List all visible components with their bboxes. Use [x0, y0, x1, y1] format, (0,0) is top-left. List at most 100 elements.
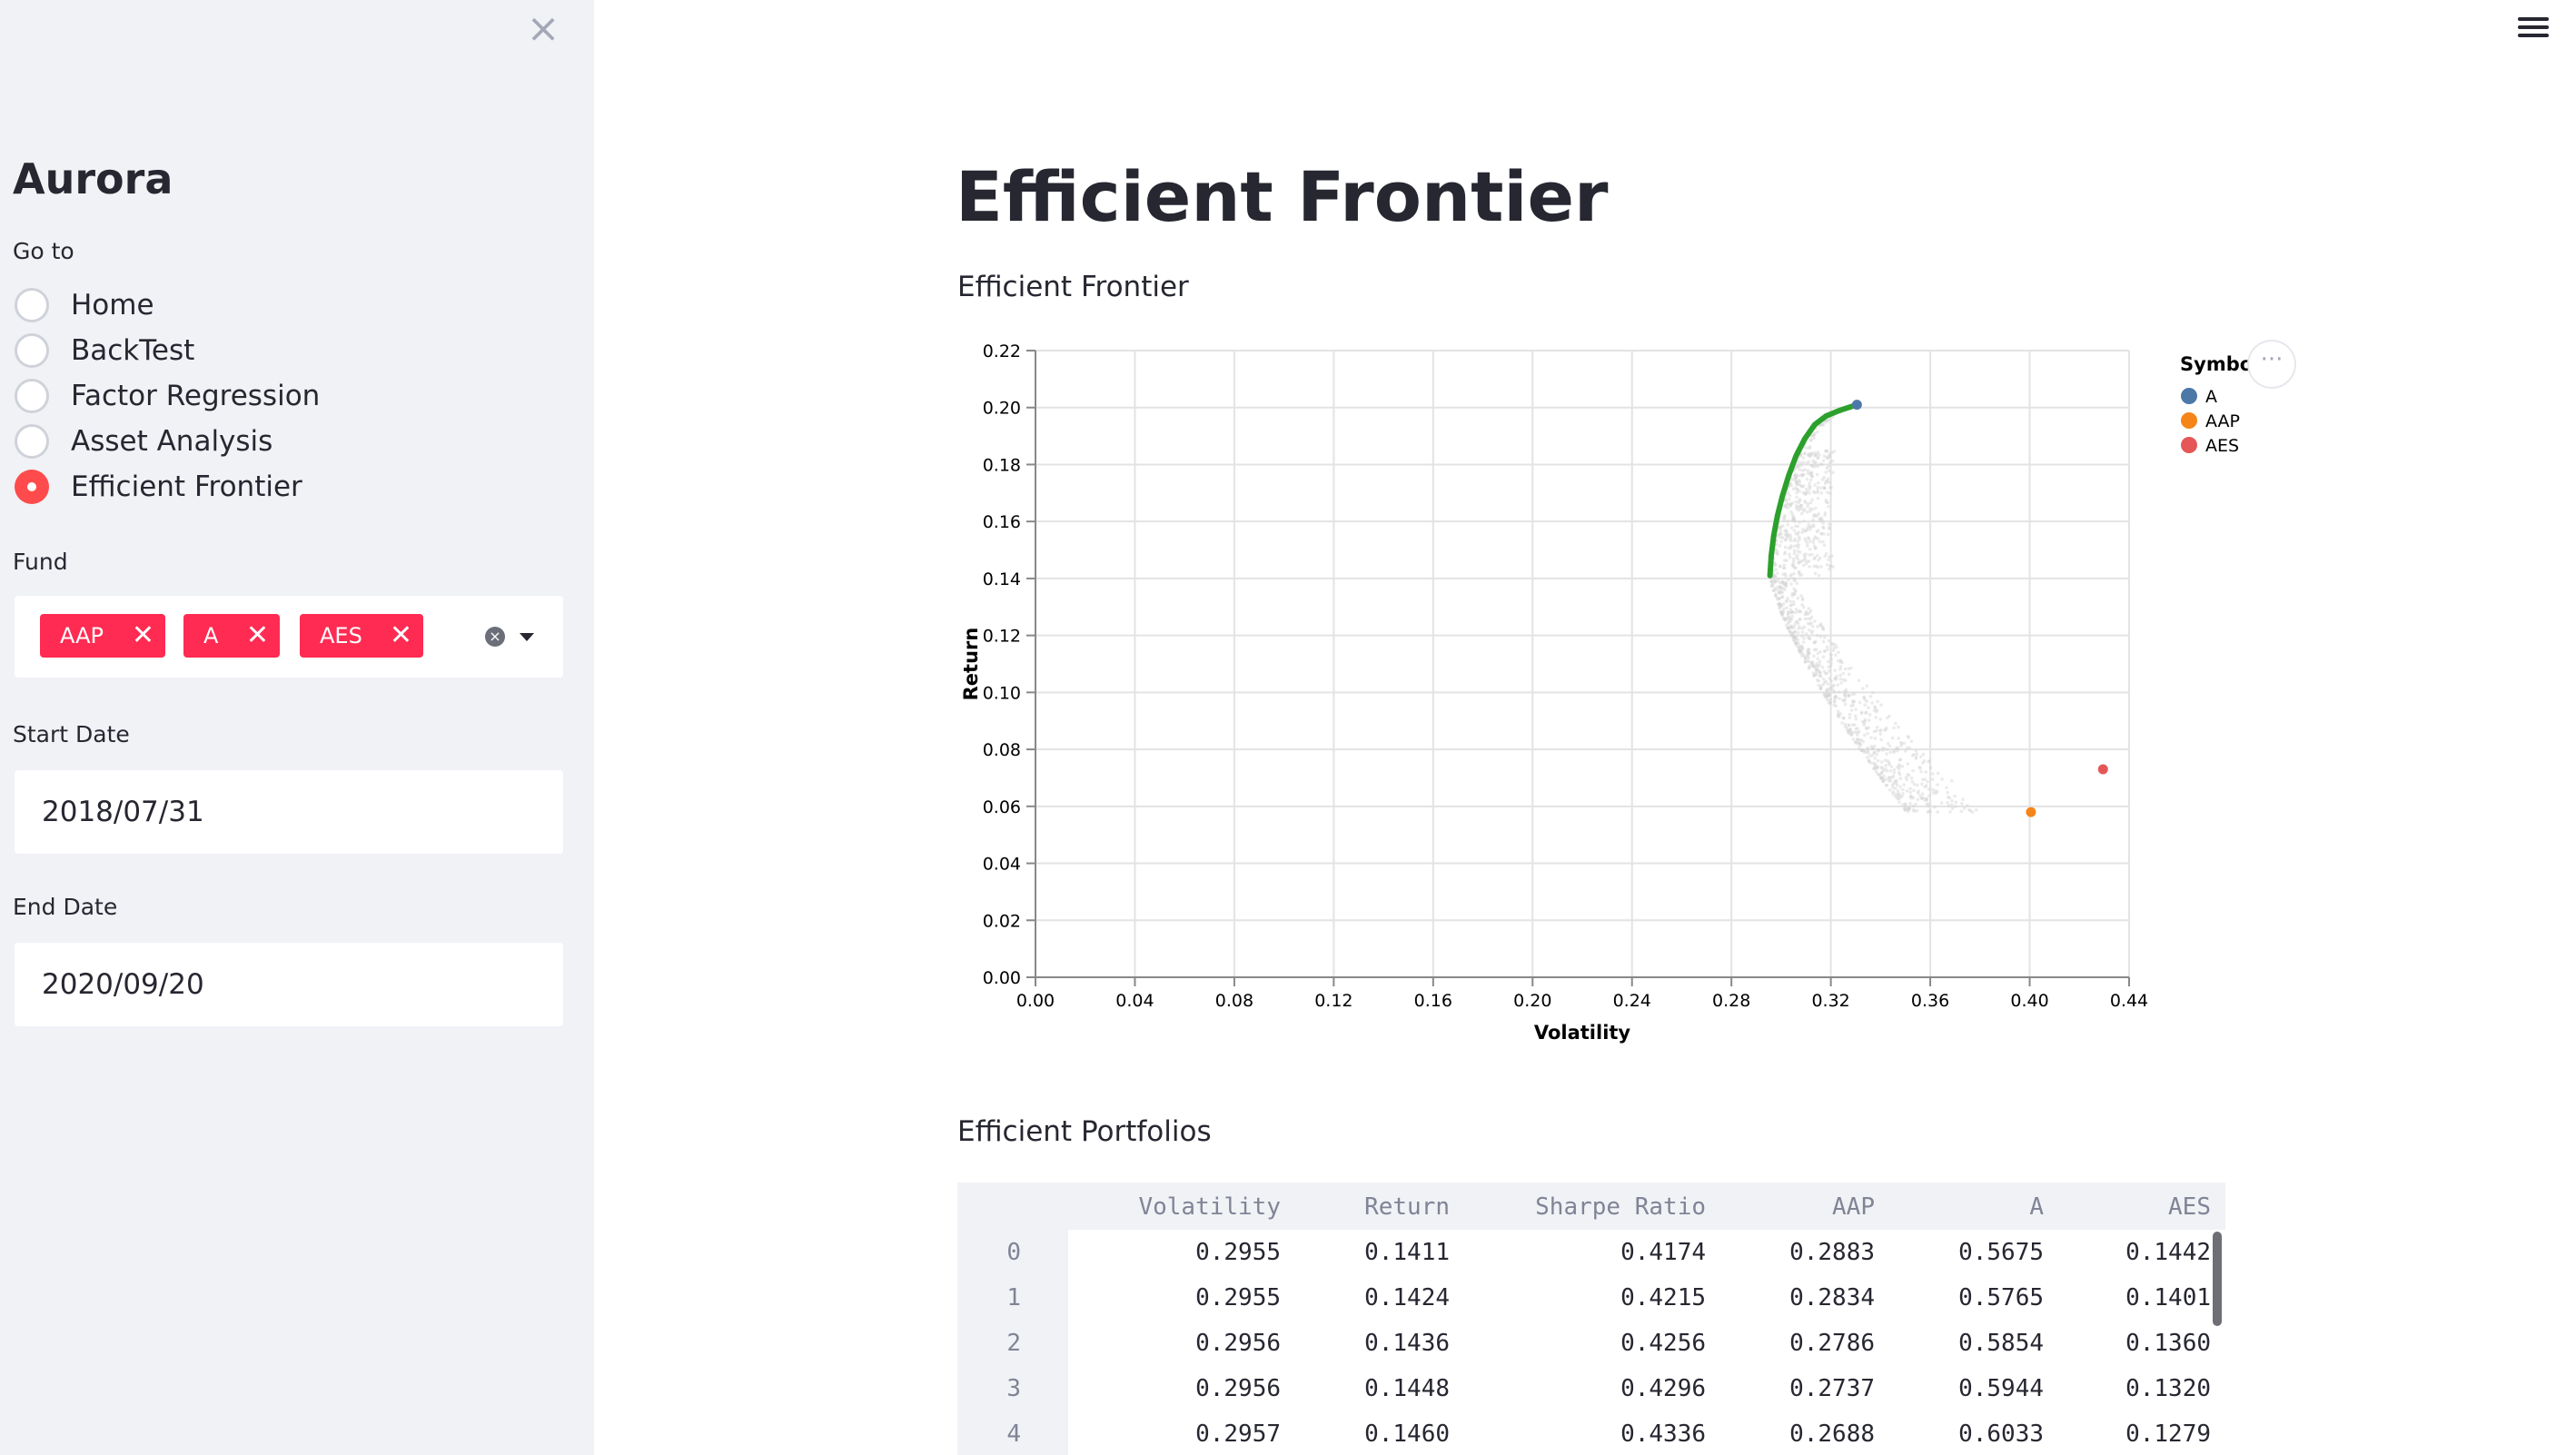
clear-all-icon[interactable]: × — [485, 627, 505, 647]
random-portfolio-point — [1795, 504, 1798, 508]
random-portfolio-point — [1842, 689, 1847, 694]
random-portfolio-point — [1876, 758, 1880, 763]
random-portfolio-point — [1802, 508, 1807, 511]
random-portfolio-point — [1896, 748, 1899, 753]
nav-radio-home[interactable]: Home — [15, 285, 154, 325]
table-scrollbar[interactable] — [2213, 1232, 2222, 1326]
random-portfolio-point — [1829, 485, 1833, 490]
start-date-input[interactable] — [15, 770, 563, 854]
radio-circle[interactable] — [15, 424, 49, 459]
page-title: Efficient Frontier — [956, 156, 1609, 237]
chevron-down-icon[interactable] — [520, 633, 534, 641]
random-portfolio-point — [1807, 656, 1810, 660]
random-portfolio-point — [1896, 746, 1899, 750]
random-portfolio-point — [1800, 630, 1805, 634]
chip-label: AAP — [60, 623, 104, 648]
random-portfolio-point — [1788, 599, 1792, 603]
radio-circle[interactable] — [15, 379, 49, 413]
random-portfolio-point — [1828, 664, 1833, 668]
random-portfolio-point — [1786, 490, 1790, 495]
random-portfolio-point — [1898, 785, 1902, 789]
random-portfolio-point — [1888, 750, 1893, 755]
fund-multiselect[interactable]: AAP ✕ A ✕ AES ✕ × — [15, 596, 563, 678]
x-tick-label: 0.00 — [1016, 991, 1055, 1011]
nav-radio-asset-analysis[interactable]: Asset Analysis — [15, 421, 272, 461]
random-portfolio-point — [1792, 518, 1797, 521]
random-portfolio-point — [1774, 575, 1778, 579]
remove-chip-icon[interactable]: ✕ — [132, 619, 154, 651]
nav-radio-factor-regression[interactable]: Factor Regression — [15, 376, 320, 416]
table-cell: 0.1436 — [1364, 1330, 1450, 1357]
random-portfolio-point — [1934, 791, 1938, 796]
random-portfolio-point — [1818, 687, 1823, 690]
random-portfolio-point — [1890, 783, 1895, 787]
random-portfolio-point — [1787, 578, 1790, 582]
random-portfolio-point — [1786, 523, 1790, 527]
random-portfolio-point — [1911, 796, 1916, 800]
nav-radio-backtest[interactable]: BackTest — [15, 331, 194, 371]
radio-circle[interactable] — [15, 288, 49, 322]
random-portfolio-point — [1805, 653, 1809, 657]
random-portfolio-point — [1778, 597, 1782, 600]
random-portfolio-point — [1908, 802, 1912, 806]
random-portfolio-point — [1959, 809, 1964, 814]
random-portfolio-point — [1821, 521, 1826, 525]
random-portfolio-point — [1810, 660, 1815, 664]
random-portfolio-point — [1927, 758, 1932, 763]
radio-label: Efficient Frontier — [71, 470, 302, 503]
legend-swatch — [2181, 437, 2197, 453]
more-actions-button[interactable]: ··· — [2247, 340, 2296, 389]
hamburger-menu-icon[interactable] — [2518, 13, 2549, 44]
random-portfolio-point — [1843, 725, 1848, 728]
x-axis-title: Volatility — [1534, 1022, 1631, 1044]
nav-radio-efficient-frontier[interactable]: Efficient Frontier — [15, 467, 302, 507]
random-portfolio-point — [1890, 736, 1895, 740]
remove-chip-icon[interactable]: ✕ — [390, 619, 412, 651]
random-portfolio-point — [1788, 616, 1791, 619]
random-portfolio-point — [1925, 797, 1928, 801]
random-portfolio-point — [1788, 552, 1791, 557]
random-portfolio-point — [1816, 496, 1820, 500]
random-portfolio-point — [1792, 551, 1797, 556]
random-portfolio-point — [1882, 774, 1887, 778]
fund-chip-a: A ✕ — [183, 614, 280, 658]
random-portfolio-point — [1893, 794, 1897, 798]
random-portfolio-point — [1889, 765, 1894, 768]
random-portfolio-point — [1809, 451, 1814, 455]
random-portfolio-point — [1822, 454, 1827, 458]
random-portfolio-point — [1862, 733, 1867, 737]
random-portfolio-point — [1780, 595, 1785, 599]
random-portfolio-point — [1803, 657, 1808, 660]
random-portfolio-point — [1811, 624, 1815, 629]
fund-chip-aes: AES ✕ — [300, 614, 423, 658]
random-portfolio-point — [1792, 587, 1796, 591]
random-portfolio-point — [1815, 530, 1819, 534]
random-portfolio-point — [1936, 771, 1940, 776]
random-portfolio-point — [1788, 539, 1793, 542]
random-portfolio-point — [1827, 504, 1830, 509]
random-portfolio-point — [1806, 504, 1809, 509]
random-portfolio-point — [1819, 516, 1824, 520]
random-portfolio-point — [1789, 510, 1793, 514]
radio-label: Home — [71, 289, 154, 322]
random-portfolio-point — [1788, 493, 1792, 498]
random-portfolio-point — [1897, 763, 1901, 767]
random-portfolio-point — [1879, 766, 1884, 769]
random-portfolio-point — [1782, 607, 1786, 611]
random-portfolio-point — [1862, 695, 1867, 699]
random-portfolio-point — [1875, 753, 1878, 757]
portfolios-table[interactable]: Volatility Return Sharpe Ratio AAP A AES 0 0.29… — [957, 1183, 2225, 1455]
table-index-cell: 1 — [1006, 1284, 1021, 1311]
x-tick-label: 0.04 — [1115, 991, 1154, 1011]
random-portfolio-point — [1858, 700, 1862, 705]
remove-chip-icon[interactable]: ✕ — [246, 619, 269, 651]
random-portfolio-point — [1840, 721, 1844, 725]
random-portfolio-point — [1930, 777, 1935, 781]
radio-circle[interactable] — [15, 333, 49, 368]
radio-circle-selected[interactable] — [15, 470, 49, 504]
random-portfolio-point — [1783, 503, 1788, 508]
random-portfolio-point — [1827, 522, 1831, 526]
random-portfolio-point — [1878, 732, 1883, 736]
close-icon[interactable]: × — [525, 9, 561, 49]
end-date-input[interactable] — [15, 943, 563, 1026]
